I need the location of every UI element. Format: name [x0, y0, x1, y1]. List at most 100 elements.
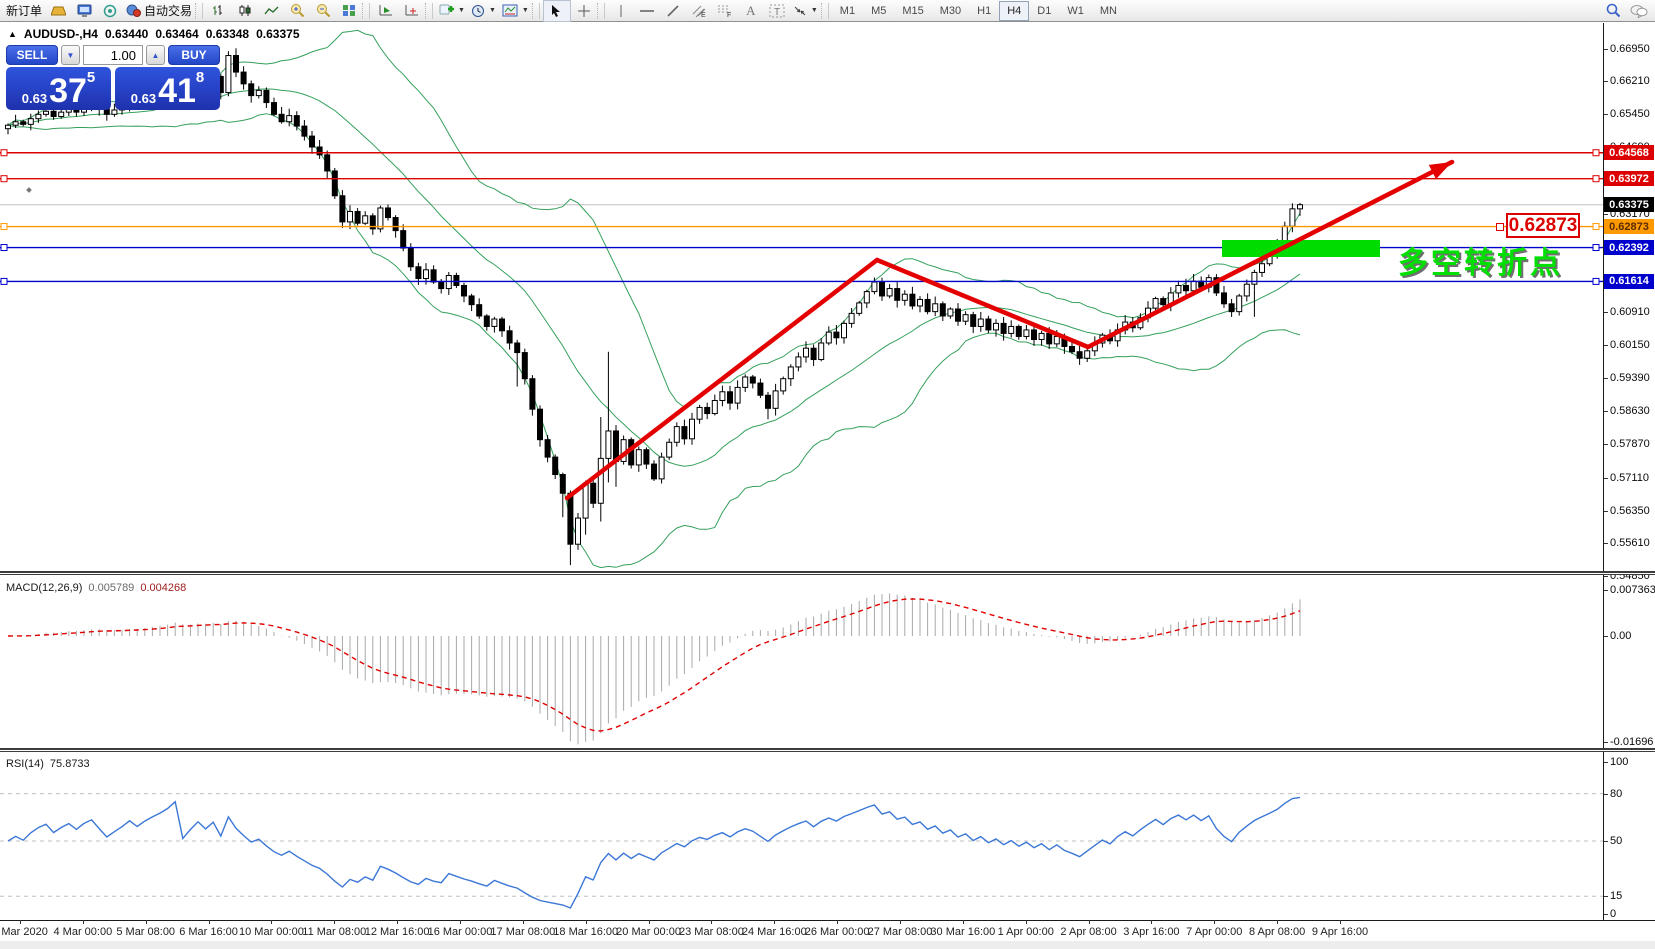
timeframe-m15[interactable]: M15: [894, 1, 931, 21]
price-tick-mark: [1604, 444, 1608, 445]
volume-decrease-button[interactable]: ▼: [61, 45, 80, 65]
text-icon[interactable]: A: [738, 1, 764, 21]
volume-input[interactable]: 1.00: [83, 45, 143, 65]
bar-chart-icon[interactable]: [206, 1, 232, 21]
price-tick-mark: [1604, 114, 1608, 115]
rsi-pane[interactable]: [0, 794, 1603, 908]
sell-price-button[interactable]: 0.63 37 5: [6, 67, 111, 110]
timeframe-m5[interactable]: M5: [863, 1, 894, 21]
time-axis-label: 27 Mar 08:00: [868, 926, 933, 938]
buy-price-big: 41: [158, 76, 196, 106]
cursor-icon[interactable]: [543, 0, 571, 22]
line-handle[interactable]: [1593, 278, 1599, 284]
autotrading-button[interactable]: 自动交易: [123, 1, 195, 21]
timeframe-mn[interactable]: MN: [1092, 1, 1125, 21]
terminal-icon[interactable]: [71, 1, 97, 21]
timeframe-group: M1M5M15M30H1H4D1W1MN: [832, 1, 1125, 21]
time-tick-mark: [1089, 920, 1090, 924]
vertical-line-icon[interactable]: [608, 1, 634, 21]
buy-price-pip: 8: [196, 69, 204, 86]
time-axis-label: 26 Mar 00:00: [805, 926, 870, 938]
price-tick-mark: [1604, 478, 1608, 479]
bid-price-badge: 0.63375: [1604, 197, 1654, 212]
signal-icon[interactable]: [97, 1, 123, 21]
main-chart-pane[interactable]: [0, 30, 1603, 567]
line-handle[interactable]: [1593, 150, 1599, 156]
line-handle[interactable]: [1, 150, 7, 156]
add-indicator-icon[interactable]: ▼: [436, 1, 468, 21]
shapes-icon[interactable]: ▼: [790, 1, 821, 21]
turning-point-annotation[interactable]: 多空转折点: [1398, 238, 1563, 282]
time-tick-mark: [20, 920, 21, 924]
price-line-badge: 0.61614: [1604, 274, 1654, 289]
volume-increase-button[interactable]: ▲: [146, 45, 165, 65]
objects-icon[interactable]: [399, 1, 425, 21]
time-axis-label: 20 Mar 00:00: [616, 926, 681, 938]
callout-handle[interactable]: [1496, 223, 1504, 231]
time-axis-label: 11 Mar 08:00: [302, 926, 366, 938]
rsi-tick-mark: [1604, 914, 1608, 915]
rsi-tick-label: 80: [1610, 788, 1622, 800]
deposit-icon[interactable]: [45, 1, 71, 21]
line-handle[interactable]: [1, 245, 7, 251]
time-tick-mark: [397, 920, 398, 924]
pane-separator[interactable]: [0, 571, 1655, 575]
channel-icon[interactable]: E: [686, 1, 712, 21]
ohlc-high: 0.63464: [155, 27, 198, 41]
ohlc-close: 0.63375: [256, 27, 299, 41]
label-icon[interactable]: T: [764, 1, 790, 21]
line-chart-icon[interactable]: [258, 1, 284, 21]
time-tick-mark: [1214, 920, 1215, 924]
macd-pane[interactable]: [8, 593, 1300, 744]
zoom-in-icon[interactable]: [284, 1, 310, 21]
time-axis-label: 17 Mar 08:00: [490, 926, 555, 938]
svg-text:E: E: [701, 12, 706, 18]
price-tick-label: 0.55610: [1610, 537, 1650, 549]
time-tick-mark: [963, 920, 964, 924]
price-tick-label: 0.65450: [1610, 108, 1650, 120]
candles: [6, 48, 1303, 565]
trend-arrow-segment[interactable]: [567, 260, 877, 498]
time-tick-mark: [334, 920, 335, 924]
collapse-panel-icon[interactable]: ▲: [8, 29, 17, 39]
pane-separator[interactable]: [0, 748, 1655, 752]
new-order-button[interactable]: 新订单: [3, 1, 45, 21]
template-icon[interactable]: ▼: [499, 1, 532, 21]
rsi-tick-mark: [1604, 896, 1608, 897]
tile-windows-icon[interactable]: [336, 1, 362, 21]
fibonacci-icon[interactable]: F: [712, 1, 738, 21]
green-zone-rectangle[interactable]: [1222, 240, 1380, 257]
period-icon[interactable]: ▼: [468, 1, 499, 21]
search-icon[interactable]: [1600, 1, 1626, 21]
chart-canvas[interactable]: [0, 0, 1603, 949]
time-tick-mark: [774, 920, 775, 924]
price-tick-label: 0.66210: [1610, 75, 1650, 87]
line-handle[interactable]: [1, 176, 7, 182]
horizontal-line-icon[interactable]: [634, 1, 660, 21]
crosshair-icon[interactable]: [571, 1, 597, 21]
line-handle[interactable]: [1593, 224, 1599, 230]
buy-price-button[interactable]: 0.63 41 8: [115, 67, 220, 110]
line-handle[interactable]: [1593, 176, 1599, 182]
chat-icon[interactable]: [1626, 1, 1652, 21]
new-order-label: 新订单: [6, 2, 42, 19]
trend-arrow-segment[interactable]: [877, 260, 1088, 347]
timeframe-d1[interactable]: D1: [1029, 1, 1059, 21]
time-tick-mark: [900, 920, 901, 924]
line-handle[interactable]: [1, 224, 7, 230]
line-handle[interactable]: [1593, 245, 1599, 251]
trendline-icon[interactable]: [660, 1, 686, 21]
price-callout[interactable]: 0.62873: [1506, 213, 1580, 238]
timeframe-m30[interactable]: M30: [932, 1, 969, 21]
line-handle[interactable]: [1, 278, 7, 284]
timeframe-m1[interactable]: M1: [832, 1, 863, 21]
timeframe-w1[interactable]: W1: [1059, 1, 1092, 21]
zoom-out-icon[interactable]: [310, 1, 336, 21]
timeframe-h1[interactable]: H1: [969, 1, 999, 21]
candlestick-chart-icon[interactable]: [232, 1, 258, 21]
buy-button[interactable]: BUY: [168, 45, 220, 65]
indicators-icon[interactable]: [373, 1, 399, 21]
price-tick-mark: [1604, 214, 1608, 215]
timeframe-h4[interactable]: H4: [999, 1, 1029, 21]
sell-button[interactable]: SELL: [6, 45, 58, 65]
